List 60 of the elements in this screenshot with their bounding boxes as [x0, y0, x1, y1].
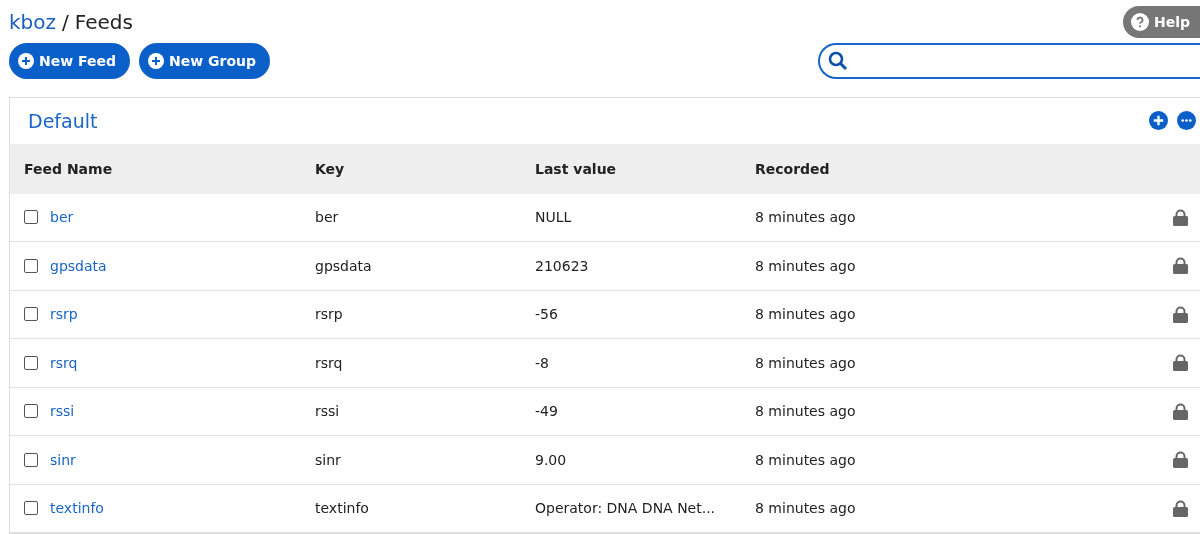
lock-icon [1172, 402, 1188, 420]
help-button[interactable]: Help [1122, 6, 1200, 38]
table-cell-text: sinr [315, 451, 342, 468]
table-cell-text: 8 minutes ago [755, 451, 857, 468]
table-cell-text: gpsdata [315, 257, 373, 274]
table-cell-text: rsrp [315, 306, 344, 323]
table-cell-text: 210623 [535, 257, 590, 274]
row-checkbox[interactable] [24, 404, 38, 419]
table-cell-text: -56 [535, 306, 559, 323]
column-header: Recorded [755, 160, 831, 177]
table-cell-text: rsrq [315, 354, 344, 371]
new-button[interactable]: New Group [139, 42, 271, 79]
table-cell-text: -49 [535, 403, 559, 420]
search-field[interactable] [818, 42, 1200, 79]
more-icon[interactable] [1177, 111, 1196, 130]
row-checkbox[interactable] [24, 452, 38, 467]
plus-icon [18, 52, 34, 69]
lock-icon [1172, 499, 1188, 517]
table-cell-text: Operator: DNA DNA Net... [535, 500, 717, 517]
table-cell-text: 8 minutes ago [755, 500, 857, 517]
feed-link[interactable]: sinr [50, 451, 76, 468]
lock-icon [1172, 305, 1188, 323]
feed-link[interactable]: gpsdata [50, 257, 107, 274]
table-cell-text: rssi [315, 403, 341, 420]
table-cell-text: NULL [535, 209, 573, 226]
row-checkbox[interactable] [24, 210, 38, 225]
lock-icon [1172, 354, 1188, 372]
group-title: Default [28, 109, 98, 132]
table-cell-text: ber [315, 209, 340, 226]
column-header: Last value [535, 160, 618, 177]
row-checkbox[interactable] [24, 307, 38, 322]
lock-icon [1172, 257, 1188, 275]
feed-link[interactable]: rsrp [50, 306, 78, 323]
table-cell-text: 8 minutes ago [755, 209, 857, 226]
row-checkbox[interactable] [24, 355, 38, 370]
table-cell-text: 9.00 [535, 451, 568, 468]
table-cell-text: 8 minutes ago [755, 354, 857, 371]
table-cell-text: 8 minutes ago [755, 306, 857, 323]
table-cell-text: 8 minutes ago [755, 403, 857, 420]
table-cell-text: 8 minutes ago [755, 257, 857, 274]
column-header: Key [315, 160, 346, 177]
row-checkbox[interactable] [24, 258, 38, 273]
table-cell-text: textinfo [315, 500, 370, 517]
feed-link[interactable]: rsrq [50, 354, 78, 371]
feed-link[interactable]: rssi [50, 403, 75, 420]
feed-link[interactable]: ber [50, 209, 74, 226]
table-cell-text: -8 [535, 354, 550, 371]
page-title: Feeds [74, 10, 133, 34]
new-button[interactable]: New Feed [9, 42, 131, 79]
search-icon [828, 50, 848, 71]
owner-link[interactable]: kboz [9, 10, 56, 34]
add-icon[interactable] [1149, 111, 1168, 130]
plus-icon [148, 52, 165, 69]
question-icon [1130, 13, 1149, 31]
row-checkbox[interactable] [24, 501, 38, 516]
feed-link[interactable]: textinfo [50, 500, 104, 517]
lock-icon [1172, 451, 1188, 469]
column-header: Feed Name [23, 160, 114, 177]
breadcrumb-separator: / [62, 10, 69, 34]
lock-icon [1172, 208, 1188, 226]
